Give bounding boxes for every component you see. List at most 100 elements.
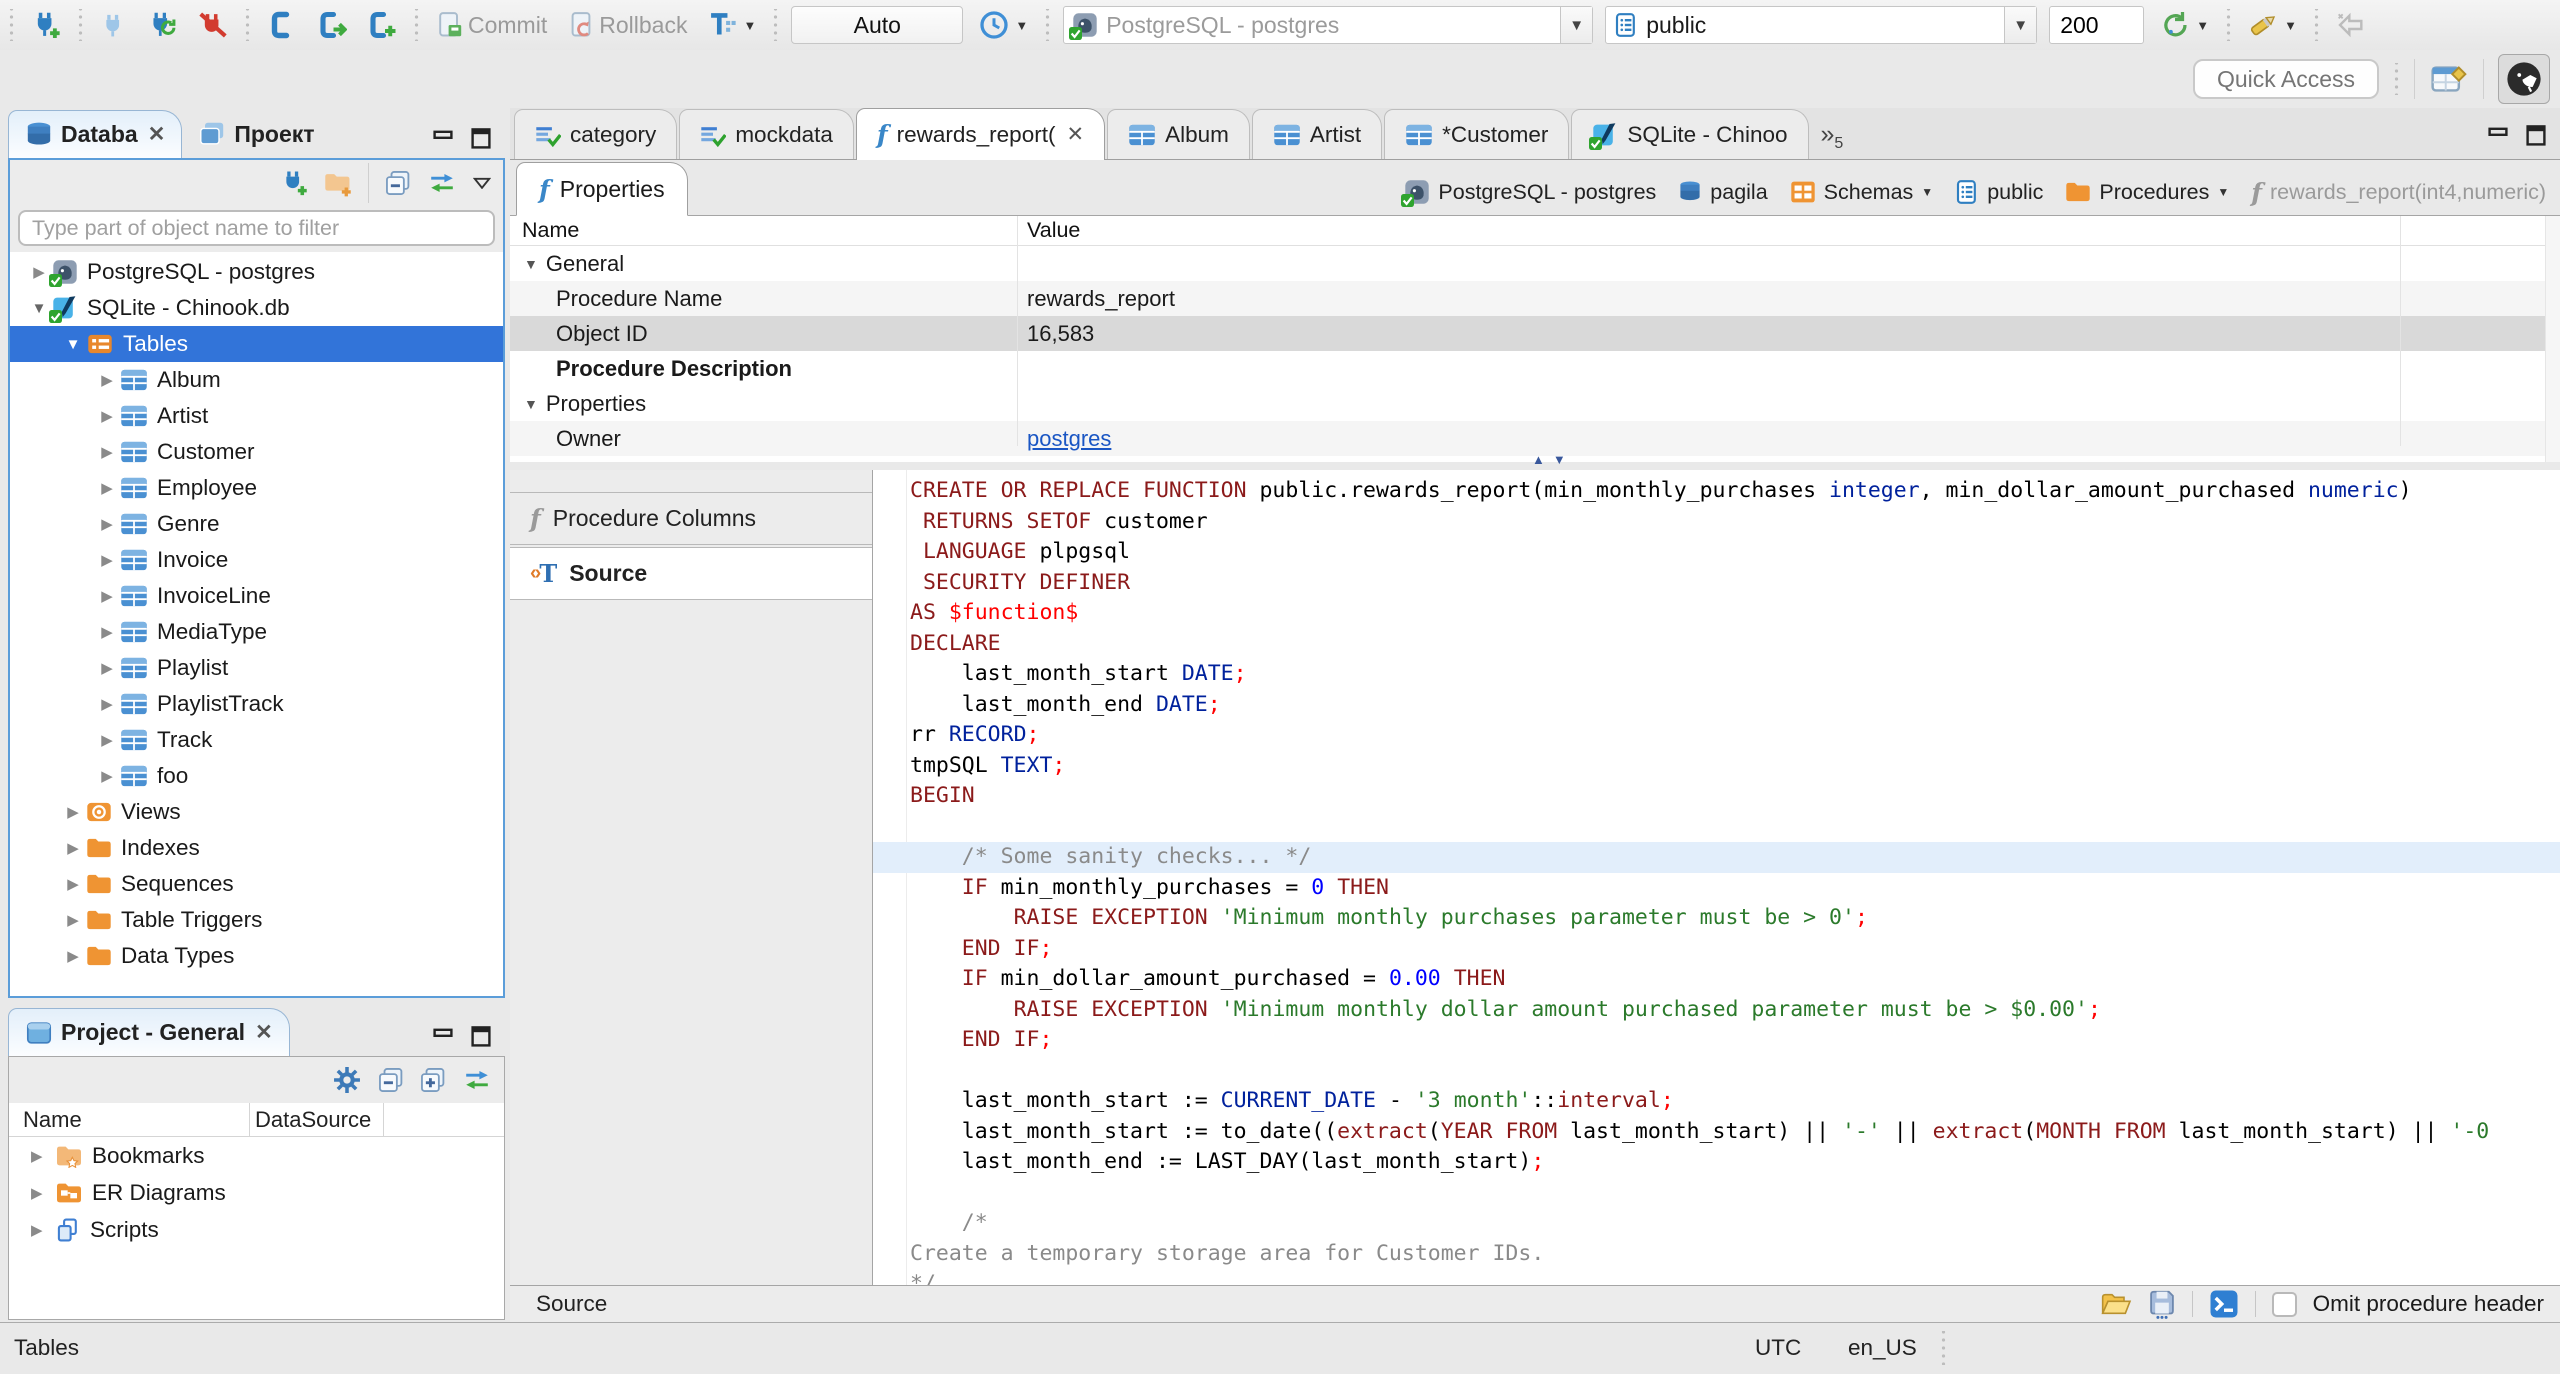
code-line[interactable]: /* [873, 1208, 2560, 1239]
tree-item-mediatype[interactable]: ▶ MediaType [10, 614, 503, 650]
open-perspective-icon[interactable] [2429, 61, 2469, 97]
collapse-all-button[interactable] [378, 1067, 404, 1093]
code-line[interactable] [873, 812, 2560, 843]
tree-item-playlist[interactable]: ▶ Playlist [10, 650, 503, 686]
open-file-icon[interactable] [2100, 1291, 2132, 1317]
highlight-button[interactable]: ▼ [2244, 3, 2301, 47]
code-line[interactable]: Create a temporary storage area for Cust… [873, 1239, 2560, 1270]
code-line[interactable]: SECURITY DEFINER [873, 568, 2560, 599]
tree-item-postgresql-postgres[interactable]: ▶ PostgreSQL - postgres [10, 254, 503, 290]
code-line[interactable]: tmpSQL TEXT; [873, 751, 2560, 782]
editor-tab--customer[interactable]: *Customer [1384, 109, 1570, 159]
breadcrumb-item-postgresql-postgres[interactable]: PostgreSQL - postgres [1401, 179, 1656, 207]
maximize-icon[interactable] [469, 1026, 493, 1048]
grid-scrollbar[interactable] [2545, 216, 2560, 462]
open-sql-editor-button[interactable] [313, 3, 351, 47]
expand-arrow-icon[interactable]: ▶ [31, 1184, 55, 1202]
editor-tab-sqlite-chinoo[interactable]: SQLite - Chinoo [1571, 109, 1809, 159]
schema-selector-arrow[interactable]: ▼ [2004, 7, 2037, 43]
save-icon[interactable] [2148, 1289, 2176, 1319]
expand-arrow-icon[interactable]: ▶ [60, 875, 86, 893]
tree-item-indexes[interactable]: ▶ Indexes [10, 830, 503, 866]
property-row-owner[interactable]: Owner postgres [510, 421, 2560, 456]
tab-project[interactable]: Проект [182, 110, 330, 158]
property-row-object-id[interactable]: Object ID 16,583 [510, 316, 2560, 351]
code-line[interactable]: RETURNS SETOF customer [873, 507, 2560, 538]
new-folder-button[interactable] [324, 169, 352, 197]
code-line[interactable] [873, 1056, 2560, 1087]
tree-item-invoiceline[interactable]: ▶ InvoiceLine [10, 578, 503, 614]
property-value-link[interactable]: postgres [1027, 426, 1111, 451]
expand-arrow-icon[interactable]: ▶ [60, 911, 86, 929]
code-line[interactable]: last_month_end DATE; [873, 690, 2560, 721]
omit-header-checkbox[interactable] [2271, 1291, 2297, 1317]
tab-procedure-columns[interactable]: f Procedure Columns [510, 492, 872, 545]
editor-tab-rewards-report-[interactable]: f rewards_report(✕ [855, 108, 1106, 160]
tab-source[interactable]: ‹› T Source [510, 547, 872, 600]
back-button[interactable] [2332, 3, 2372, 47]
code-line[interactable]: BEGIN [873, 781, 2560, 812]
tab-properties[interactable]: f Properties [516, 162, 688, 216]
code-line-current[interactable]: /* Some sanity checks... */ [873, 842, 2560, 873]
tab-project-general[interactable]: Project - General ✕ [8, 1008, 290, 1056]
connect-button[interactable] [96, 3, 132, 47]
code-line[interactable]: last_month_start DATE; [873, 659, 2560, 690]
tree-item-album[interactable]: ▶ Album [10, 362, 503, 398]
code-line[interactable]: last_month_start := to_date((extract(YEA… [873, 1117, 2560, 1148]
tree-item-sequences[interactable]: ▶ Sequences [10, 866, 503, 902]
expand-arrow-icon[interactable]: ▶ [94, 479, 120, 497]
editor-tab-album[interactable]: Album [1107, 109, 1250, 159]
tab-database-navigator[interactable]: Databa ✕ [8, 110, 183, 158]
close-icon[interactable]: ✕ [148, 122, 166, 147]
code-line[interactable]: */ [873, 1269, 2560, 1285]
close-icon[interactable]: ✕ [255, 1020, 273, 1045]
code-line[interactable]: LANGUAGE plpgsql [873, 537, 2560, 568]
project-item-er-diagrams[interactable]: ▶ ER Diagrams [9, 1174, 504, 1211]
expand-arrow-icon[interactable]: ▶ [60, 839, 86, 857]
expand-arrow-icon[interactable]: ▶ [60, 947, 86, 965]
tree-item-table-triggers[interactable]: ▶ Table Triggers [10, 902, 503, 938]
code-line[interactable]: AS $function$ [873, 598, 2560, 629]
code-line[interactable]: RAISE EXCEPTION 'Minimum monthly purchas… [873, 903, 2560, 934]
code-line[interactable]: last_month_start := CURRENT_DATE - '3 mo… [873, 1086, 2560, 1117]
property-row-properties[interactable]: ▼ Properties [510, 386, 2560, 421]
maximize-icon[interactable] [2524, 125, 2548, 147]
expand-arrow-icon[interactable]: ▶ [94, 623, 120, 641]
tree-item-data-types[interactable]: ▶ Data Types [10, 938, 503, 974]
close-icon[interactable]: ✕ [1066, 122, 1084, 147]
editor-tab-category[interactable]: category [514, 109, 678, 159]
expand-arrow-icon[interactable]: ▶ [94, 767, 120, 785]
column-divider[interactable] [383, 1103, 384, 1136]
breadcrumb-item-procedures[interactable]: Procedures ▼ [2065, 180, 2229, 205]
expand-arrow-icon[interactable]: ▶ [94, 587, 120, 605]
property-row-general[interactable]: ▼ General [510, 246, 2560, 281]
reconnect-button[interactable] [144, 3, 182, 47]
transaction-mode-button[interactable]: ▼ [703, 3, 760, 47]
editor-tab-mockdata[interactable]: mockdata [679, 109, 854, 159]
expand-arrow-icon[interactable]: ▶ [94, 731, 120, 749]
commit-button[interactable]: Commit [432, 3, 551, 47]
maximize-icon[interactable] [469, 128, 493, 150]
tree-item-invoice[interactable]: ▶ Invoice [10, 542, 503, 578]
expand-arrow-icon[interactable]: ▶ [94, 515, 120, 533]
code-line[interactable]: CREATE OR REPLACE FUNCTION public.reward… [873, 476, 2560, 507]
property-row-procedure-description[interactable]: Procedure Description [510, 351, 2560, 386]
code-line[interactable]: RAISE EXCEPTION 'Minimum monthly dollar … [873, 995, 2560, 1026]
expand-all-button[interactable] [420, 1067, 446, 1093]
expand-arrow-icon[interactable]: ▶ [94, 695, 120, 713]
status-locale[interactable]: en_US [1848, 1335, 1917, 1361]
splitter-up-icon[interactable]: ▲ [1532, 452, 1545, 467]
new-connection-button[interactable] [27, 3, 65, 47]
column-header-datasource[interactable]: DataSource [255, 1107, 371, 1133]
disconnect-button[interactable] [194, 3, 232, 47]
breadcrumb-item-public[interactable]: public [1955, 179, 2043, 205]
tree-item-customer[interactable]: ▶ Customer [10, 434, 503, 470]
column-divider[interactable] [1017, 216, 1018, 446]
tree-item-views[interactable]: ▶ Views [10, 794, 503, 830]
schema-selector[interactable]: public ▼ [1605, 6, 2038, 44]
rollback-button[interactable]: Rollback [563, 3, 691, 47]
code-line[interactable]: last_month_end := LAST_DAY(last_month_st… [873, 1147, 2560, 1178]
code-line[interactable]: IF min_monthly_purchases = 0 THEN [873, 873, 2560, 904]
tree-item-employee[interactable]: ▶ Employee [10, 470, 503, 506]
new-connection-toolbar-button[interactable] [280, 169, 308, 197]
